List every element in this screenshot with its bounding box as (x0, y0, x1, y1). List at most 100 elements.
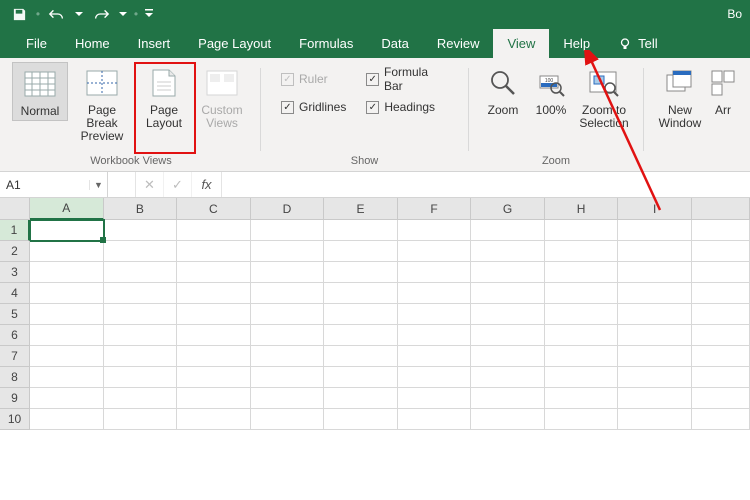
tab-file[interactable]: File (12, 29, 61, 58)
cell[interactable] (251, 409, 325, 430)
cell[interactable] (177, 304, 251, 325)
cell[interactable] (692, 283, 750, 304)
cell[interactable] (324, 367, 398, 388)
cell[interactable] (692, 346, 750, 367)
cell[interactable] (104, 283, 178, 304)
cell[interactable] (104, 241, 178, 262)
column-header[interactable]: G (471, 198, 545, 220)
cell[interactable] (30, 241, 104, 262)
cell[interactable] (471, 241, 545, 262)
tab-help[interactable]: Help (549, 29, 604, 58)
cell[interactable] (692, 325, 750, 346)
cell[interactable] (618, 388, 692, 409)
cell[interactable] (692, 367, 750, 388)
cell[interactable] (177, 220, 251, 241)
tab-view[interactable]: View (493, 29, 549, 58)
cell[interactable] (692, 220, 750, 241)
insert-function-button[interactable]: fx (192, 172, 222, 197)
new-window-button[interactable]: New Window (654, 62, 706, 132)
cell[interactable] (324, 409, 398, 430)
cell[interactable] (398, 346, 472, 367)
cell[interactable] (177, 283, 251, 304)
cell[interactable] (618, 220, 692, 241)
page-break-preview-button[interactable]: Page Break Preview (70, 62, 134, 146)
cell[interactable] (545, 388, 619, 409)
cell[interactable] (471, 220, 545, 241)
name-box[interactable]: A1 ▼ (0, 172, 108, 197)
cell[interactable] (545, 367, 619, 388)
enter-formula-icon[interactable]: ✓ (164, 172, 192, 197)
cell[interactable] (104, 220, 178, 241)
redo-icon[interactable] (88, 3, 114, 25)
cell[interactable] (324, 241, 398, 262)
cell[interactable] (618, 409, 692, 430)
cell[interactable] (324, 304, 398, 325)
cell[interactable] (251, 262, 325, 283)
cell[interactable] (104, 304, 178, 325)
cell[interactable] (30, 325, 104, 346)
cell[interactable] (692, 262, 750, 283)
cell[interactable] (324, 220, 398, 241)
cell[interactable] (545, 304, 619, 325)
cell[interactable] (104, 262, 178, 283)
cancel-formula-icon[interactable]: ✕ (136, 172, 164, 197)
tab-data[interactable]: Data (367, 29, 422, 58)
formula-input[interactable] (222, 172, 750, 197)
column-header[interactable]: F (398, 198, 472, 220)
custom-views-button[interactable]: Custom Views (194, 62, 250, 132)
cell[interactable] (692, 409, 750, 430)
page-layout-button[interactable]: Page Layout (136, 62, 192, 132)
cell[interactable] (251, 325, 325, 346)
cell[interactable] (692, 388, 750, 409)
cell[interactable] (398, 283, 472, 304)
cell[interactable] (30, 367, 104, 388)
cell[interactable] (618, 346, 692, 367)
redo-dropdown-icon[interactable] (116, 3, 130, 25)
select-all-corner[interactable] (0, 198, 30, 220)
cell[interactable] (30, 304, 104, 325)
cell[interactable] (545, 409, 619, 430)
cell[interactable] (618, 241, 692, 262)
zoom-button[interactable]: Zoom (479, 62, 527, 119)
column-header[interactable]: D (251, 198, 325, 220)
tab-formulas[interactable]: Formulas (285, 29, 367, 58)
cell[interactable] (177, 325, 251, 346)
row-header[interactable]: 1 (0, 220, 30, 241)
formula-bar-checkbox-row[interactable]: ✓ Formula Bar (360, 68, 454, 90)
tab-page-layout[interactable]: Page Layout (184, 29, 285, 58)
cell[interactable] (177, 388, 251, 409)
column-header[interactable]: C (177, 198, 251, 220)
zoom-100-button[interactable]: 100 100% (529, 62, 573, 119)
cell[interactable] (324, 262, 398, 283)
cell[interactable] (30, 409, 104, 430)
cell[interactable] (398, 409, 472, 430)
row-header[interactable]: 4 (0, 283, 30, 304)
cell[interactable] (618, 283, 692, 304)
cell[interactable] (104, 409, 178, 430)
cell[interactable] (471, 409, 545, 430)
zoom-to-selection-button[interactable]: Zoom to Selection (575, 62, 633, 132)
cell[interactable] (398, 241, 472, 262)
cell[interactable] (30, 283, 104, 304)
cell[interactable] (545, 283, 619, 304)
cell[interactable] (324, 388, 398, 409)
row-header[interactable]: 6 (0, 325, 30, 346)
row-header[interactable]: 3 (0, 262, 30, 283)
cell[interactable] (471, 304, 545, 325)
cell[interactable] (251, 220, 325, 241)
cell[interactable] (251, 346, 325, 367)
cell[interactable] (618, 367, 692, 388)
cell[interactable] (398, 262, 472, 283)
cell[interactable] (177, 367, 251, 388)
cell-grid[interactable] (30, 220, 750, 430)
cell[interactable] (30, 346, 104, 367)
cell[interactable] (30, 262, 104, 283)
cell[interactable] (251, 367, 325, 388)
undo-icon[interactable] (44, 3, 70, 25)
row-header[interactable]: 7 (0, 346, 30, 367)
tab-review[interactable]: Review (423, 29, 494, 58)
column-header[interactable]: B (104, 198, 178, 220)
cell[interactable] (398, 367, 472, 388)
row-header[interactable]: 2 (0, 241, 30, 262)
cell[interactable] (471, 346, 545, 367)
